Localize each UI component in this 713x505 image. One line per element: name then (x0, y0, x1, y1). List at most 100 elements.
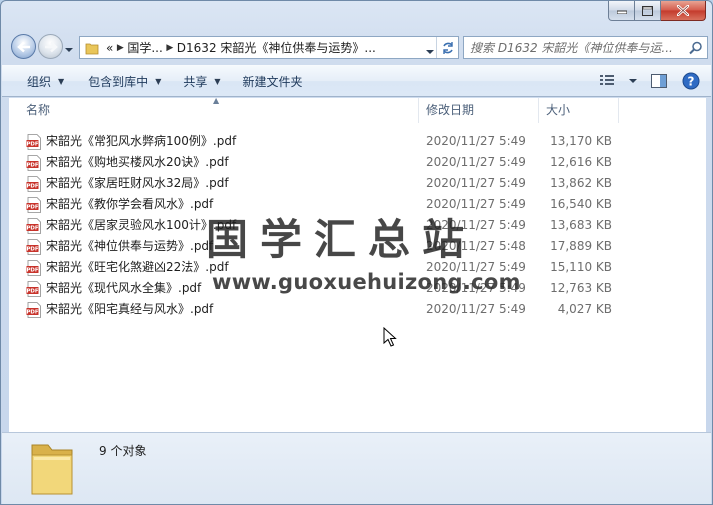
svg-text:PDF: PDF (26, 288, 38, 294)
file-date: 2020/11/27 5:49 (426, 155, 526, 169)
file-size: 15,110 KB (550, 260, 612, 274)
command-bar: 组织 ▼ 包含到库中 ▼ 共享 ▼ 新建文件夹 ? (2, 65, 711, 97)
item-count: 9 个对象 (99, 444, 147, 458)
minimize-button[interactable] (608, 1, 635, 21)
pdf-file-icon: PDF (26, 238, 41, 255)
column-header-row: ▲ 名称 修改日期 大小 (9, 96, 706, 123)
file-name: 宋韶光《家居旺财风水32局》.pdf (46, 176, 229, 190)
file-name: 宋韶光《现代风水全集》.pdf (46, 281, 202, 295)
svg-text:PDF: PDF (26, 183, 38, 189)
column-header-date[interactable]: 修改日期 (419, 98, 539, 123)
breadcrumb-item[interactable]: D1632 宋韶光《神位供奉与运势》... (177, 39, 376, 56)
help-icon: ? (682, 72, 700, 90)
search-icon[interactable] (685, 37, 707, 58)
column-header-size[interactable]: 大小 (539, 98, 619, 123)
svg-text:PDF: PDF (26, 162, 38, 168)
details-view-icon (600, 75, 614, 85)
svg-text:?: ? (688, 75, 695, 89)
minimize-icon (616, 10, 627, 14)
details-pane: 9 个对象 (2, 432, 711, 504)
svg-text:PDF: PDF (26, 246, 38, 252)
file-name: 宋韶光《常犯风水弊病100例》.pdf (46, 134, 237, 148)
refresh-icon (442, 41, 453, 54)
preview-pane-button[interactable] (647, 70, 671, 92)
folder-icon (82, 38, 102, 58)
file-name: 宋韶光《旺宅化煞避凶22法》.pdf (46, 260, 229, 274)
folder-icon (31, 444, 73, 495)
maximize-icon (642, 5, 653, 16)
svg-text:PDF: PDF (26, 204, 38, 210)
file-name-cell[interactable]: PDF 宋韶光《现代风水全集》.pdf (26, 278, 201, 299)
recent-pages-button[interactable] (65, 42, 75, 52)
include-in-library-label: 包含到库中 (88, 74, 149, 89)
organize-menu[interactable]: 组织 ▼ (18, 69, 73, 93)
address-dropdown-button[interactable] (426, 44, 434, 58)
chevron-down-icon (426, 50, 434, 54)
svg-text:PDF: PDF (26, 225, 38, 231)
close-button[interactable] (661, 1, 706, 21)
file-size: 12,616 KB (550, 155, 612, 169)
caption-buttons (608, 1, 706, 21)
chevron-down-icon: ▼ (155, 76, 162, 86)
chevron-right-icon[interactable]: ▶ (113, 43, 127, 53)
column-header-name[interactable]: 名称 (9, 98, 419, 123)
pdf-file-icon: PDF (26, 154, 41, 171)
search-box[interactable]: 搜索 D1632 宋韶光《神位供奉与运... (463, 36, 708, 59)
navigation-bar: « ▶ 国学... ▶ D1632 宋韶光《神位供奉与运势》... 搜索 D16… (7, 31, 708, 61)
file-name-cell[interactable]: PDF 宋韶光《常犯风水弊病100例》.pdf (26, 131, 236, 152)
new-folder-button[interactable]: 新建文件夹 (234, 69, 312, 93)
chevron-down-icon: ▼ (58, 76, 65, 86)
file-size: 17,889 KB (550, 239, 612, 253)
chevron-right-icon[interactable]: ▶ (163, 43, 177, 53)
explorer-window: « ▶ 国学... ▶ D1632 宋韶光《神位供奉与运势》... 搜索 D16… (0, 0, 713, 505)
refresh-button[interactable] (436, 37, 458, 58)
file-name: 宋韶光《神位供奉与运势》.pdf (46, 239, 214, 253)
file-date: 2020/11/27 5:49 (426, 176, 526, 190)
file-name: 宋韶光《购地买楼风水20诀》.pdf (46, 155, 229, 169)
file-size: 13,683 KB (550, 218, 612, 232)
view-options-dropdown[interactable] (627, 70, 639, 92)
file-name-cell[interactable]: PDF 宋韶光《教你学会看风水》.pdf (26, 194, 213, 215)
file-size: 4,027 KB (557, 302, 612, 316)
preview-pane-icon (651, 74, 667, 88)
file-row[interactable]: PDF 宋韶光《购地买楼风水20诀》.pdf 2020/11/27 5:49 12,6… (9, 152, 706, 173)
new-folder-label: 新建文件夹 (242, 74, 303, 89)
pdf-file-icon: PDF (26, 196, 41, 213)
file-date: 2020/11/27 5:49 (426, 302, 526, 316)
file-name: 宋韶光《教你学会看风水》.pdf (46, 197, 214, 211)
file-size: 16,540 KB (550, 197, 612, 211)
file-name-cell[interactable]: PDF 宋韶光《购地买楼风水20诀》.pdf (26, 152, 229, 173)
file-size: 12,763 KB (550, 281, 612, 295)
forward-button[interactable] (38, 34, 63, 59)
file-size: 13,170 KB (550, 134, 612, 148)
arrow-right-icon (44, 41, 58, 52)
breadcrumb-item[interactable]: 国学... (127, 39, 162, 56)
file-name-cell[interactable]: PDF 宋韶光《神位供奉与运势》.pdf (26, 236, 213, 257)
file-row[interactable]: PDF 宋韶光《家居旺财风水32局》.pdf 2020/11/27 5:49 13,8… (9, 173, 706, 194)
back-button[interactable] (11, 34, 36, 59)
svg-text:PDF: PDF (26, 267, 38, 273)
share-menu[interactable]: 共享 ▼ (174, 69, 229, 93)
file-name: 宋韶光《阳宅真经与风水》.pdf (46, 302, 214, 316)
file-name-cell[interactable]: PDF 宋韶光《家居旺财风水32局》.pdf (26, 173, 229, 194)
file-name-cell[interactable]: PDF 宋韶光《旺宅化煞避凶22法》.pdf (26, 257, 229, 278)
help-button[interactable]: ? (679, 70, 703, 92)
change-view-button[interactable] (595, 70, 619, 92)
svg-text:PDF: PDF (26, 309, 38, 315)
pdf-file-icon: PDF (26, 175, 41, 192)
pdf-file-icon: PDF (26, 133, 41, 150)
file-row[interactable]: PDF 宋韶光《常犯风水弊病100例》.pdf 2020/11/27 5:49 13,… (9, 131, 706, 152)
file-name-cell[interactable]: PDF 宋韶光《阳宅真经与风水》.pdf (26, 299, 213, 320)
address-overflow[interactable]: « (106, 41, 113, 55)
search-input[interactable]: 搜索 D1632 宋韶光《神位供奉与运... (470, 39, 685, 56)
include-in-library-menu[interactable]: 包含到库中 ▼ (79, 69, 170, 93)
file-row[interactable]: PDF 宋韶光《阳宅真经与风水》.pdf 2020/11/27 5:49 4,027 … (9, 299, 706, 320)
watermark-url: www.guoxuehuizong.com (212, 270, 521, 294)
organize-label: 组织 (27, 74, 52, 89)
maximize-button[interactable] (635, 1, 661, 21)
file-name-cell[interactable]: PDF 宋韶光《居家灵验风水100计》.pdf (26, 215, 236, 236)
share-label: 共享 (183, 74, 208, 89)
close-icon (677, 5, 689, 16)
address-bar[interactable]: « ▶ 国学... ▶ D1632 宋韶光《神位供奉与运势》... (79, 36, 459, 59)
pdf-file-icon: PDF (26, 280, 41, 297)
